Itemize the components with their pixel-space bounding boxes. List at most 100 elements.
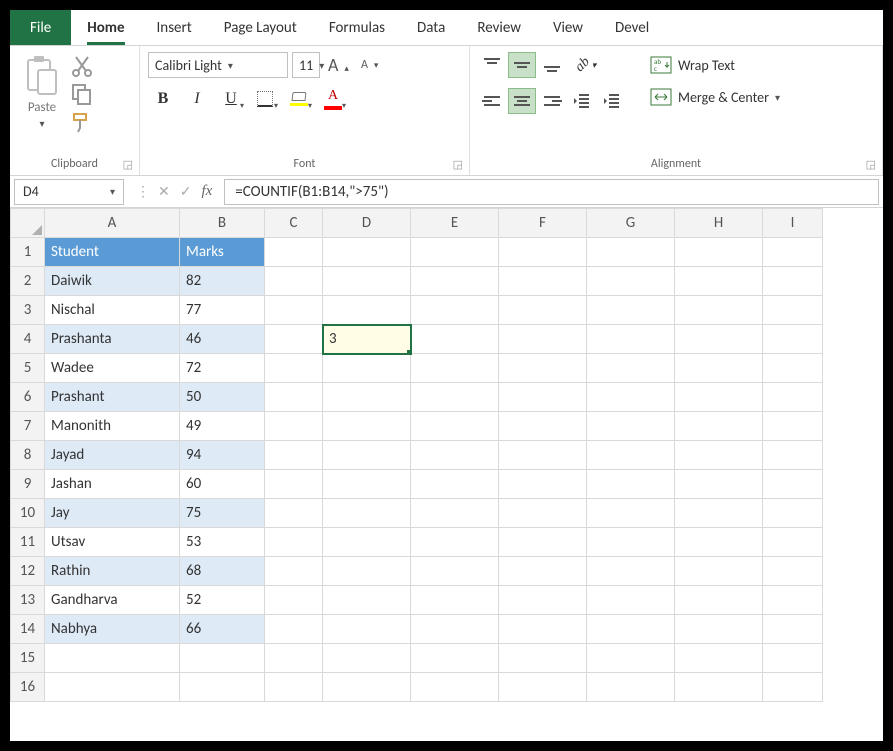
cell-F7[interactable]	[499, 412, 587, 441]
underline-button[interactable]: U▾	[216, 86, 246, 112]
cell-F5[interactable]	[499, 354, 587, 383]
cell-H4[interactable]	[675, 325, 763, 354]
col-header-I[interactable]: I	[763, 209, 823, 238]
cell-H16[interactable]	[675, 673, 763, 702]
cell-C15[interactable]	[265, 644, 323, 673]
cell-I7[interactable]	[763, 412, 823, 441]
cell-B15[interactable]	[180, 644, 265, 673]
font-size-select[interactable]: 11 ▾	[292, 52, 320, 78]
cell-H8[interactable]	[675, 441, 763, 470]
worksheet-grid[interactable]: ABCDEFGHI 1StudentMarks2Daiwik823Nischal…	[10, 208, 883, 741]
cell-A7[interactable]: Manonith	[45, 412, 180, 441]
cell-G13[interactable]	[587, 586, 675, 615]
cell-C12[interactable]	[265, 557, 323, 586]
cell-C13[interactable]	[265, 586, 323, 615]
cell-E1[interactable]	[411, 238, 499, 267]
cell-H14[interactable]	[675, 615, 763, 644]
row-header-10[interactable]: 10	[11, 499, 45, 528]
cell-G12[interactable]	[587, 557, 675, 586]
cell-G15[interactable]	[587, 644, 675, 673]
cell-D5[interactable]	[323, 354, 411, 383]
cell-C11[interactable]	[265, 528, 323, 557]
row-header-2[interactable]: 2	[11, 267, 45, 296]
cell-C3[interactable]	[265, 296, 323, 325]
cell-H2[interactable]	[675, 267, 763, 296]
clipboard-launcher-icon[interactable]: ◲	[123, 158, 133, 171]
cell-E9[interactable]	[411, 470, 499, 499]
cell-I6[interactable]	[763, 383, 823, 412]
cell-E4[interactable]	[411, 325, 499, 354]
cell-E13[interactable]	[411, 586, 499, 615]
cell-C9[interactable]	[265, 470, 323, 499]
row-header-15[interactable]: 15	[11, 644, 45, 673]
cell-C2[interactable]	[265, 267, 323, 296]
name-box[interactable]: D4 ▾	[14, 179, 124, 205]
cell-C8[interactable]	[265, 441, 323, 470]
cell-A1[interactable]: Student	[45, 238, 180, 267]
wrap-text-button[interactable]: abc Wrap Text	[646, 54, 784, 76]
cell-E16[interactable]	[411, 673, 499, 702]
border-button[interactable]: ▾	[250, 86, 280, 112]
cell-D1[interactable]	[323, 238, 411, 267]
cell-A3[interactable]: Nischal	[45, 296, 180, 325]
cell-A8[interactable]: Jayad	[45, 441, 180, 470]
cell-D16[interactable]	[323, 673, 411, 702]
cell-I14[interactable]	[763, 615, 823, 644]
cell-I12[interactable]	[763, 557, 823, 586]
cell-D4[interactable]: 3	[323, 325, 411, 354]
cell-A14[interactable]: Nabhya	[45, 615, 180, 644]
cell-D3[interactable]	[323, 296, 411, 325]
cell-B10[interactable]: 75	[180, 499, 265, 528]
cell-G11[interactable]	[587, 528, 675, 557]
cell-B6[interactable]: 50	[180, 383, 265, 412]
cell-G7[interactable]	[587, 412, 675, 441]
cell-B7[interactable]: 49	[180, 412, 265, 441]
cell-I4[interactable]	[763, 325, 823, 354]
cell-C1[interactable]	[265, 238, 323, 267]
col-header-H[interactable]: H	[675, 209, 763, 238]
cell-G3[interactable]	[587, 296, 675, 325]
cell-H12[interactable]	[675, 557, 763, 586]
font-color-button[interactable]: A ▾	[318, 86, 348, 112]
tab-insert[interactable]: Insert	[141, 10, 208, 45]
cell-B11[interactable]: 53	[180, 528, 265, 557]
tab-view[interactable]: View	[537, 10, 599, 45]
cell-A6[interactable]: Prashant	[45, 383, 180, 412]
cell-F9[interactable]	[499, 470, 587, 499]
col-header-E[interactable]: E	[411, 209, 499, 238]
cell-A13[interactable]: Gandharva	[45, 586, 180, 615]
cell-F14[interactable]	[499, 615, 587, 644]
cell-F15[interactable]	[499, 644, 587, 673]
paste-button[interactable]: Paste ▾	[18, 52, 66, 132]
cell-H15[interactable]	[675, 644, 763, 673]
align-middle-button[interactable]	[508, 52, 536, 78]
cell-F2[interactable]	[499, 267, 587, 296]
cell-E6[interactable]	[411, 383, 499, 412]
cell-H13[interactable]	[675, 586, 763, 615]
cell-E15[interactable]	[411, 644, 499, 673]
cell-E2[interactable]	[411, 267, 499, 296]
cell-G10[interactable]	[587, 499, 675, 528]
select-all-corner[interactable]	[11, 209, 45, 238]
cell-A10[interactable]: Jay	[45, 499, 180, 528]
cell-F6[interactable]	[499, 383, 587, 412]
cell-A2[interactable]: Daiwik	[45, 267, 180, 296]
cell-B5[interactable]: 72	[180, 354, 265, 383]
cell-A16[interactable]	[45, 673, 180, 702]
row-header-14[interactable]: 14	[11, 615, 45, 644]
cell-I3[interactable]	[763, 296, 823, 325]
col-header-F[interactable]: F	[499, 209, 587, 238]
decrease-font-size[interactable]: A▾	[357, 58, 382, 72]
tab-formulas[interactable]: Formulas	[313, 10, 401, 45]
cell-C14[interactable]	[265, 615, 323, 644]
copy-icon[interactable]	[70, 82, 94, 104]
cell-I1[interactable]	[763, 238, 823, 267]
cell-G4[interactable]	[587, 325, 675, 354]
col-header-A[interactable]: A	[45, 209, 180, 238]
cell-E3[interactable]	[411, 296, 499, 325]
cell-D8[interactable]	[323, 441, 411, 470]
cell-C7[interactable]	[265, 412, 323, 441]
cell-H5[interactable]	[675, 354, 763, 383]
tab-developer[interactable]: Devel	[599, 10, 665, 45]
italic-button[interactable]: I	[182, 86, 212, 112]
